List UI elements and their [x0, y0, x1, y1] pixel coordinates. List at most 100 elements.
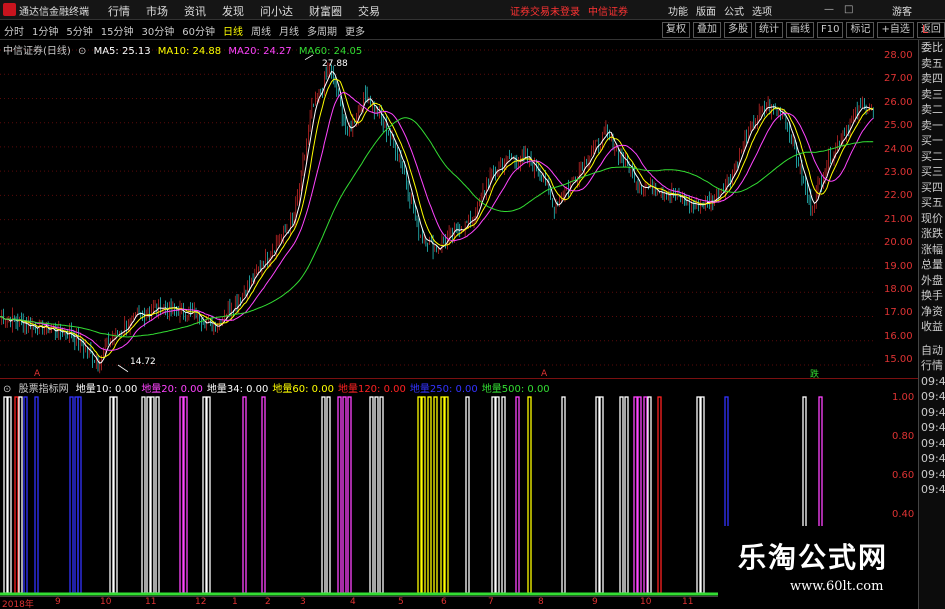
date-tick: 11 — [682, 597, 694, 607]
menu-item-trade[interactable]: 交易 — [358, 3, 380, 19]
app-logo-icon — [3, 3, 16, 16]
signal-bar — [417, 396, 422, 594]
period-tab[interactable]: 多周期 — [307, 23, 337, 38]
menu-item-layout[interactable]: 版面 — [696, 3, 716, 18]
period-tab[interactable]: 60分钟 — [182, 23, 215, 38]
maximize-icon[interactable]: □ — [844, 4, 853, 15]
date-tick: 2 — [265, 597, 271, 607]
minimize-icon[interactable]: — — [824, 4, 834, 15]
watermark-url: www.60lt.com — [790, 579, 884, 594]
tool-button[interactable]: 标记 — [846, 22, 875, 38]
main-menu: 行情 市场 资讯 发现 问小达 财富圈 交易 — [108, 3, 380, 19]
price-tick: 19.00 — [884, 260, 913, 272]
tool-button[interactable]: 复权 — [662, 22, 690, 38]
broker-label: 中信证券 — [588, 7, 628, 18]
side-item[interactable]: 09:47 — [919, 482, 945, 498]
signal-bar — [23, 396, 28, 594]
side-item[interactable]: 09:47 — [919, 420, 945, 436]
low-annotation: 14.72 — [130, 357, 156, 367]
date-tick: 9 — [55, 597, 61, 607]
date-tick: 3 — [300, 597, 306, 607]
period-tab[interactable]: 5分钟 — [66, 23, 92, 38]
menu-item-options[interactable]: 选项 — [752, 3, 772, 18]
period-tab[interactable]: 日线 — [223, 23, 243, 38]
side-item[interactable]: 卖二 — [919, 102, 945, 118]
menu-item-news[interactable]: 资讯 — [184, 3, 206, 19]
settings-icon[interactable]: ⊙ — [78, 46, 86, 57]
tool-button[interactable]: 叠加 — [693, 22, 721, 38]
side-item[interactable]: 买五 — [919, 195, 945, 211]
menu-item-wealth[interactable]: 财富圈 — [309, 3, 342, 19]
menu-item-formula[interactable]: 公式 — [724, 3, 744, 18]
side-item[interactable]: 涨跌 — [919, 226, 945, 242]
indicator-tick: 0.40 — [892, 509, 915, 520]
period-tab[interactable]: 周线 — [251, 23, 271, 38]
ma20-value: MA20: 24.27 — [228, 46, 292, 57]
side-item[interactable]: 09:47 — [919, 451, 945, 467]
menu-item-market[interactable]: 市场 — [146, 3, 168, 19]
side-item[interactable]: 换手 — [919, 288, 945, 304]
kline-chart[interactable] — [0, 40, 918, 378]
signal-bar — [146, 396, 151, 594]
side-item[interactable]: 净资 — [919, 304, 945, 320]
side-item[interactable]: 买一 — [919, 133, 945, 149]
ma5-value: MA5: 25.13 — [93, 46, 151, 57]
trading-terminal-window: 通达信金融终端 行情 市场 资讯 发现 问小达 财富圈 交易 证券交易未登录 中… — [0, 0, 945, 609]
side-item[interactable]: 卖五 — [919, 56, 945, 72]
price-tick: 21.00 — [884, 213, 913, 225]
period-tab[interactable]: 月线 — [279, 23, 299, 38]
side-item[interactable]: 卖三 — [919, 87, 945, 103]
date-tick: 2018年 — [2, 600, 34, 609]
side-badge: L — [922, 23, 929, 36]
signal-bar — [34, 396, 39, 594]
side-item[interactable]: 卖一 — [919, 118, 945, 134]
side-item[interactable]: 09:47 — [919, 467, 945, 483]
guest-label[interactable]: 游客 — [892, 3, 912, 18]
login-notice[interactable]: 证券交易未登录 — [510, 3, 580, 18]
signal-bar — [561, 396, 566, 594]
side-item[interactable]: 买三 — [919, 164, 945, 180]
side-item[interactable]: 09:47 — [919, 374, 945, 390]
ma10-line — [0, 78, 874, 359]
menu-item-ask[interactable]: 问小达 — [260, 3, 293, 19]
signal-bar — [501, 396, 506, 594]
side-item[interactable]: 09:47 — [919, 389, 945, 405]
date-tick: 11 — [145, 597, 157, 607]
signal-bar — [261, 396, 266, 594]
menu-item-discover[interactable]: 发现 — [222, 3, 244, 19]
tool-button[interactable]: F10 — [817, 22, 844, 38]
menu-item-function[interactable]: 功能 — [668, 3, 688, 18]
side-item[interactable]: 买二 — [919, 149, 945, 165]
period-tab[interactable]: 分时 — [4, 23, 24, 38]
signal-bar — [495, 396, 500, 594]
side-item[interactable]: 09:47 — [919, 436, 945, 452]
tool-button[interactable]: 画线 — [786, 22, 814, 38]
side-item[interactable]: 收益 — [919, 319, 945, 335]
side-item[interactable]: 买四 — [919, 180, 945, 196]
side-item[interactable]: 外盘 — [919, 273, 945, 289]
side-item[interactable]: 涨幅 — [919, 242, 945, 258]
tool-button[interactable]: 统计 — [755, 22, 783, 38]
signal-bar — [619, 396, 624, 594]
period-tab[interactable]: 1分钟 — [32, 23, 58, 38]
date-tick: 10 — [640, 597, 652, 607]
price-tick: 18.00 — [884, 284, 913, 295]
tool-button[interactable]: +自选 — [877, 22, 914, 38]
period-tab[interactable]: 更多 — [345, 23, 365, 38]
menu-item-quotes[interactable]: 行情 — [108, 3, 130, 19]
side-item[interactable]: 行情 — [919, 358, 945, 374]
signal-bar — [696, 396, 701, 594]
side-item[interactable]: 委比 — [919, 40, 945, 56]
date-tick: 12 — [195, 597, 207, 607]
signal-bar — [515, 396, 520, 594]
side-item[interactable]: 现价 — [919, 211, 945, 227]
period-tab[interactable]: 15分钟 — [101, 23, 134, 38]
side-item[interactable]: 卖四 — [919, 71, 945, 87]
signal-bar — [421, 396, 426, 594]
side-item[interactable]: 总量 — [919, 257, 945, 273]
side-item[interactable]: 自动 — [919, 343, 945, 359]
signal-bar — [77, 396, 82, 594]
tool-button[interactable]: 多股 — [724, 22, 752, 38]
period-tab[interactable]: 30分钟 — [141, 23, 174, 38]
side-item[interactable]: 09:47 — [919, 405, 945, 421]
